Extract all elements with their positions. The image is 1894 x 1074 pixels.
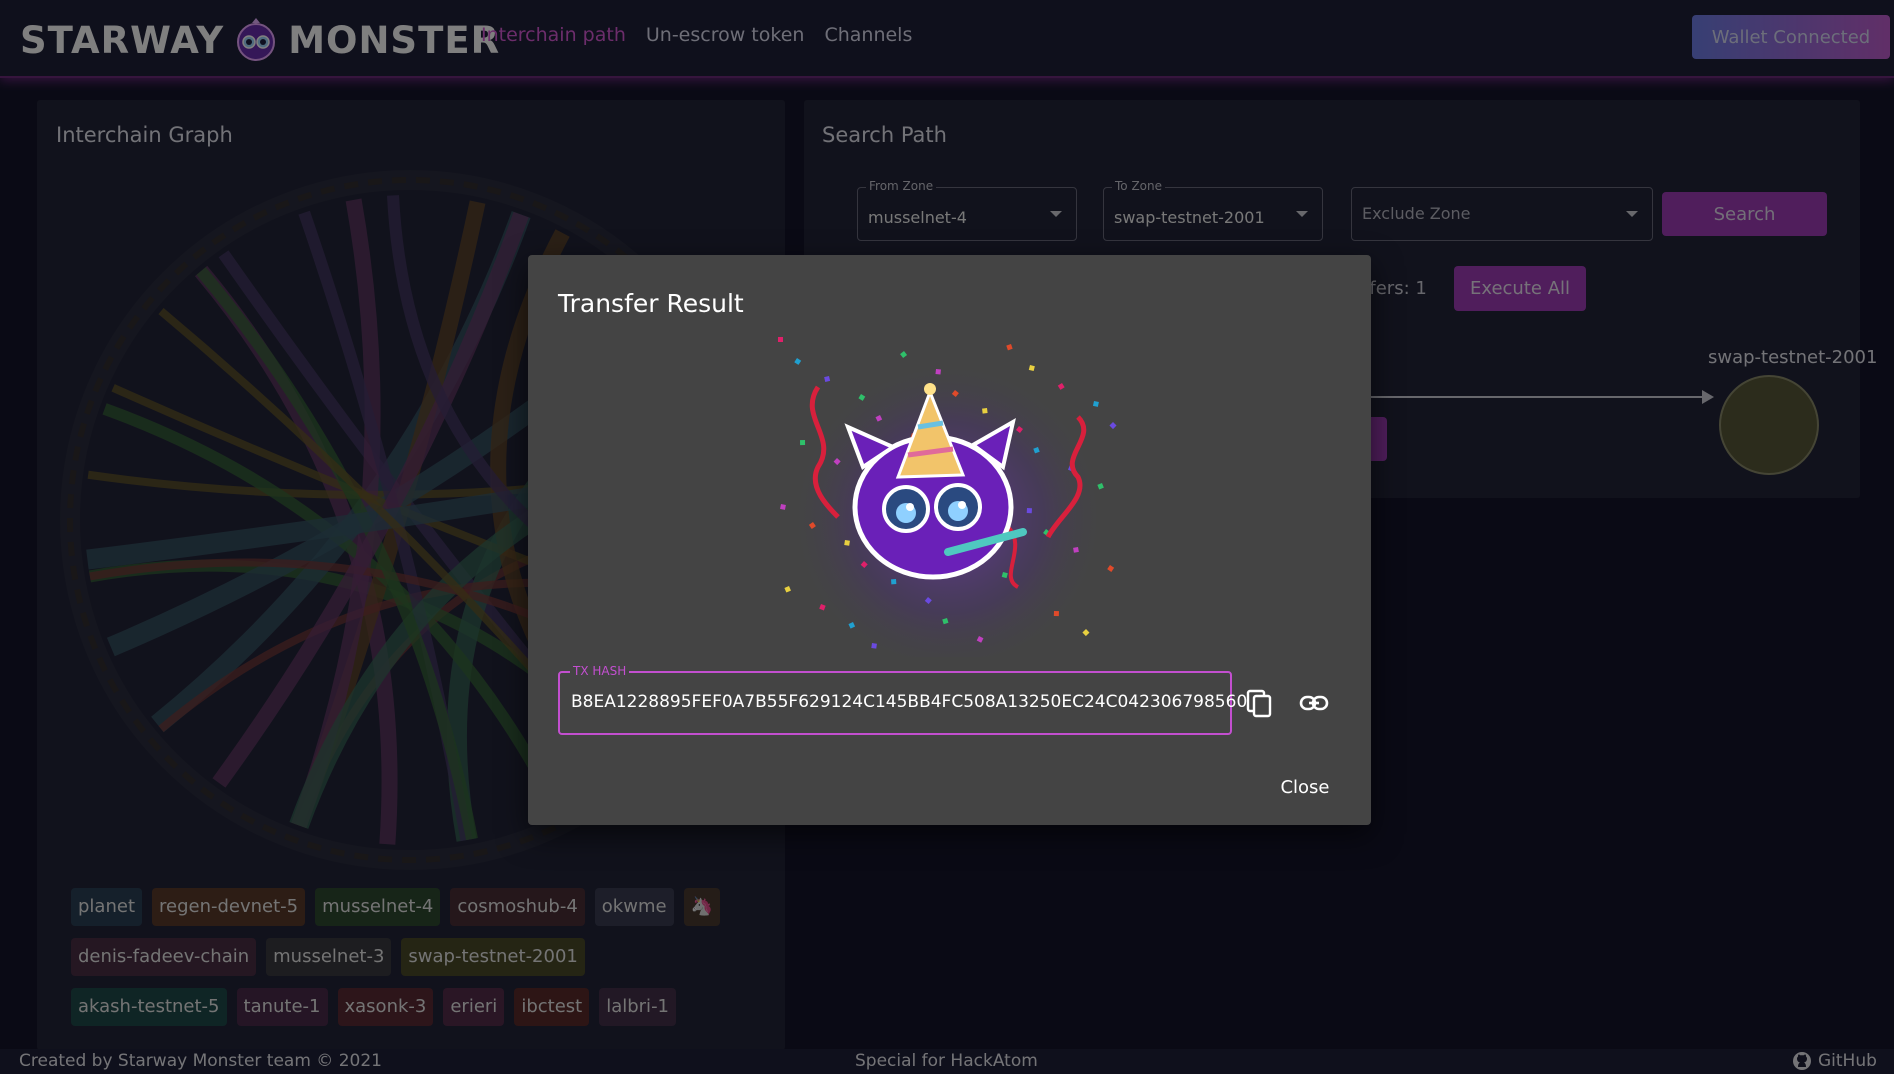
confetti-piece — [1073, 547, 1079, 553]
confetti-piece — [819, 604, 826, 611]
party-monster-illustration — [778, 337, 1117, 657]
confetti-piece — [1092, 401, 1099, 407]
confetti-piece — [871, 643, 877, 649]
transfer-result-dialog: Transfer Result TX HASH B8EA1228895FEF0A… — [528, 255, 1371, 825]
confetti-piece — [891, 579, 897, 585]
confetti-piece — [784, 586, 791, 593]
close-button[interactable]: Close — [1260, 767, 1350, 807]
confetti-piece — [794, 358, 802, 365]
confetti-piece — [1109, 422, 1117, 430]
confetti-piece — [935, 369, 941, 375]
confetti-piece — [1082, 629, 1090, 637]
confetti-piece — [1026, 508, 1032, 514]
confetti-piece — [844, 540, 850, 546]
tx-hash-value: B8EA1228895FEF0A7B55F629124C145BB4FC508A… — [571, 692, 1248, 712]
confetti-piece — [800, 440, 806, 446]
link-icon[interactable] — [1298, 687, 1330, 719]
confetti-piece — [1107, 565, 1115, 572]
copy-icon[interactable] — [1244, 687, 1276, 719]
confetti-piece — [1053, 611, 1059, 617]
confetti-piece — [824, 376, 831, 382]
dialog-title: Transfer Result — [558, 289, 744, 318]
confetti-piece — [778, 337, 783, 342]
tx-hash-label: TX HASH — [570, 664, 630, 678]
tx-hash-field[interactable]: TX HASH B8EA1228895FEF0A7B55F629124C145B… — [558, 664, 1247, 735]
confetti-piece — [982, 408, 988, 414]
confetti-piece — [780, 504, 786, 510]
confetti-piece — [1006, 343, 1013, 351]
